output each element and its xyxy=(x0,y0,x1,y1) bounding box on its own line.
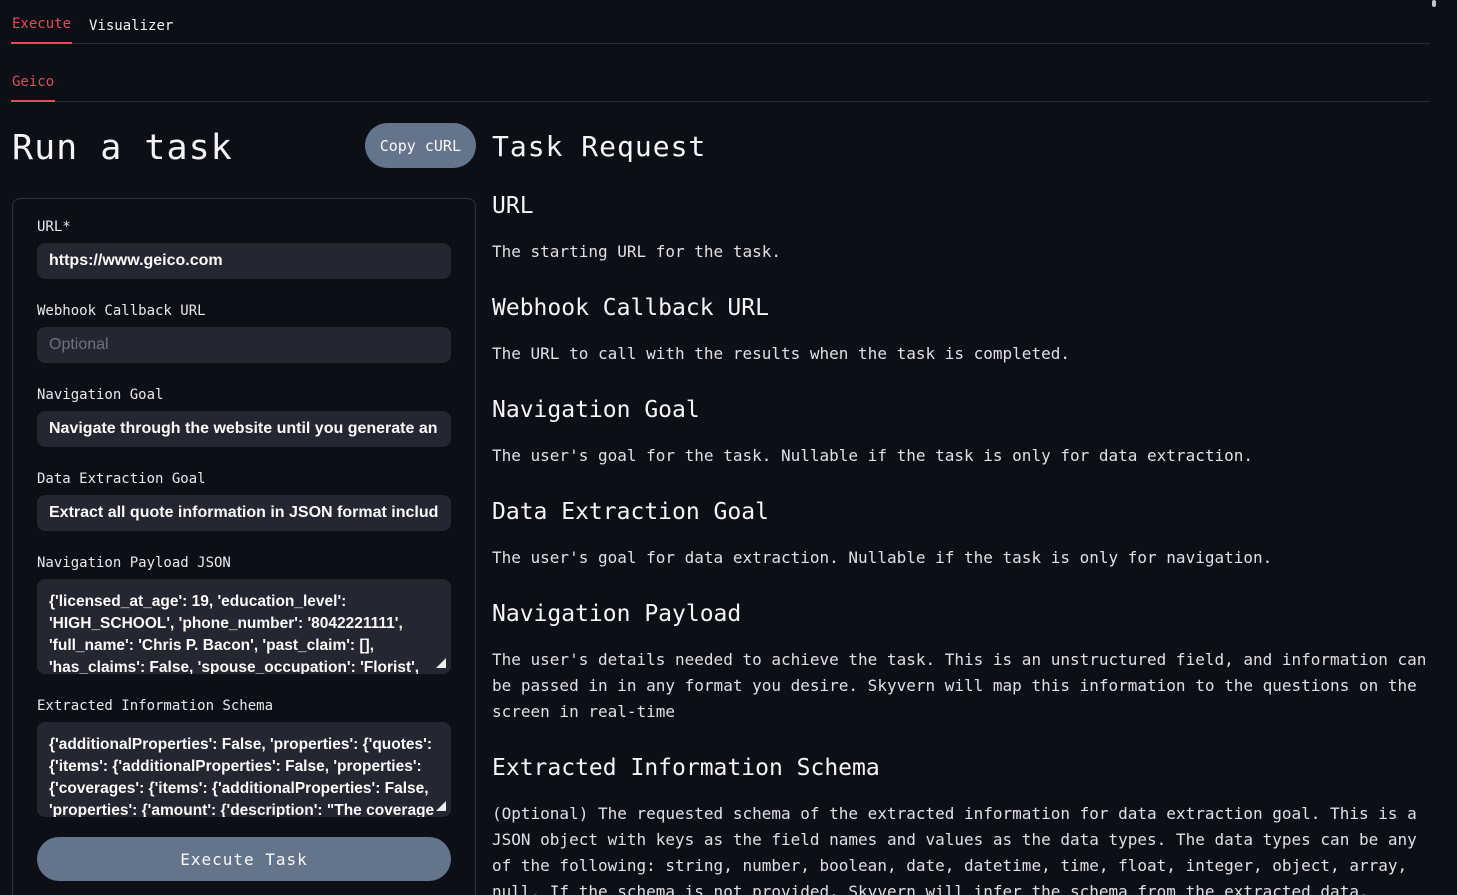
webhook-input[interactable] xyxy=(37,327,451,363)
webhook-field-group: Webhook Callback URL xyxy=(37,303,451,363)
tab-visualizer[interactable]: Visualizer xyxy=(88,2,174,44)
navigation-payload-label: Navigation Payload JSON xyxy=(37,555,451,571)
docs-heading-data-extraction-goal: Data Extraction Goal xyxy=(492,499,1430,525)
docs-heading-url: URL xyxy=(492,193,1430,219)
webhook-label: Webhook Callback URL xyxy=(37,303,451,319)
task-form-card: URL* Webhook Callback URL Navigation Goa… xyxy=(12,198,476,895)
navigation-payload-textarea-wrap: {'licensed_at_age': 19, 'education_level… xyxy=(37,579,451,674)
tab-execute[interactable]: Execute xyxy=(11,0,72,44)
copy-curl-button[interactable]: Copy cURL xyxy=(365,123,476,168)
extracted-schema-textarea-wrap: {'additionalProperties': False, 'propert… xyxy=(37,722,451,817)
data-extraction-goal-input[interactable] xyxy=(37,495,451,531)
data-extraction-goal-label: Data Extraction Goal xyxy=(37,471,451,487)
docs-body-data-extraction-goal: The user's goal for data extraction. Nul… xyxy=(492,545,1430,571)
navigation-goal-input[interactable] xyxy=(37,411,451,447)
docs-body-navigation-payload: The user's details needed to achieve the… xyxy=(492,647,1430,725)
run-task-header: Run a task Copy cURL xyxy=(12,102,476,198)
navigation-goal-label: Navigation Goal xyxy=(37,387,451,403)
url-label: URL* xyxy=(37,219,451,235)
primary-tab-bar: Execute Visualizer xyxy=(11,0,1430,44)
execute-task-button[interactable]: Execute Task xyxy=(37,837,451,881)
url-field-group: URL* xyxy=(37,219,451,279)
docs-body-webhook: The URL to call with the results when th… xyxy=(492,341,1430,367)
docs-heading-webhook: Webhook Callback URL xyxy=(492,295,1430,321)
extracted-schema-label: Extracted Information Schema xyxy=(37,698,451,714)
docs-title: Task Request xyxy=(492,130,1430,163)
data-extraction-goal-field-group: Data Extraction Goal xyxy=(37,471,451,531)
docs-heading-extracted-schema: Extracted Information Schema xyxy=(492,755,1430,781)
tab-geico[interactable]: Geico xyxy=(11,44,55,102)
navigation-goal-field-group: Navigation Goal xyxy=(37,387,451,447)
url-input[interactable] xyxy=(37,243,451,279)
page-title: Run a task xyxy=(12,128,233,168)
docs-heading-navigation-payload: Navigation Payload xyxy=(492,601,1430,627)
navigation-payload-textarea[interactable]: {'licensed_at_age': 19, 'education_level… xyxy=(37,579,451,674)
docs-body-navigation-goal: The user's goal for the task. Nullable i… xyxy=(492,443,1430,469)
secondary-tab-bar: Geico xyxy=(11,44,1430,102)
docs-body-extracted-schema: (Optional) The requested schema of the e… xyxy=(492,801,1430,895)
main-content: Run a task Copy cURL URL* Webhook Callba… xyxy=(0,102,1457,895)
task-request-docs: Task Request URL The starting URL for th… xyxy=(492,102,1430,895)
page-scrollbar-thumb[interactable] xyxy=(1432,0,1436,7)
docs-body-url: The starting URL for the task. xyxy=(492,239,1430,265)
extracted-schema-textarea[interactable]: {'additionalProperties': False, 'propert… xyxy=(37,722,451,817)
run-task-panel: Run a task Copy cURL URL* Webhook Callba… xyxy=(12,102,476,895)
navigation-payload-field-group: Navigation Payload JSON {'licensed_at_ag… xyxy=(37,555,451,674)
extracted-schema-field-group: Extracted Information Schema {'additiona… xyxy=(37,698,451,817)
docs-heading-navigation-goal: Navigation Goal xyxy=(492,397,1430,423)
